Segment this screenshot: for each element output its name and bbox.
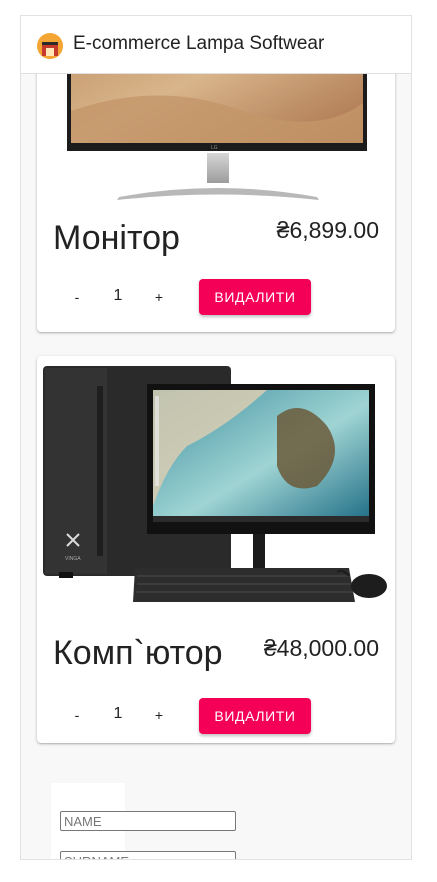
product-name: Монітор <box>53 219 180 257</box>
computer-product-image: VINGA <box>43 366 387 602</box>
svg-text:VINGA: VINGA <box>65 556 81 562</box>
product-name: Комп`ютор <box>53 634 223 672</box>
product-price: ₴6,899.00 <box>276 217 379 243</box>
svg-text:LG: LG <box>211 145 218 151</box>
app-title: E-commerce Lampa Softwear <box>73 33 325 54</box>
remove-item-button[interactable]: ВИДАЛИТИ <box>199 698 311 734</box>
quantity-increase-button[interactable]: + <box>147 703 171 727</box>
quantity-decrease-button[interactable]: - <box>65 285 89 309</box>
quantity-decrease-button[interactable]: - <box>65 703 89 727</box>
shop-logo-icon <box>37 33 63 59</box>
product-price: ₴48,000.00 <box>263 635 379 661</box>
app-bar: E-commerce Lampa Softwear <box>21 16 411 74</box>
cart-item-computer: VINGA Комп`ютор ₴48,000.00 - 1 + ВИДАЛИТ… <box>37 356 395 743</box>
name-field[interactable] <box>60 811 236 831</box>
quantity-increase-button[interactable]: + <box>147 285 171 309</box>
quantity-value: 1 <box>113 287 123 304</box>
remove-item-button[interactable]: ВИДАЛИТИ <box>199 279 311 315</box>
app-frame: E-commerce Lampa Softwear LG Монітор ₴6,… <box>20 15 412 860</box>
quantity-value: 1 <box>113 705 123 722</box>
surname-field[interactable] <box>60 851 236 859</box>
